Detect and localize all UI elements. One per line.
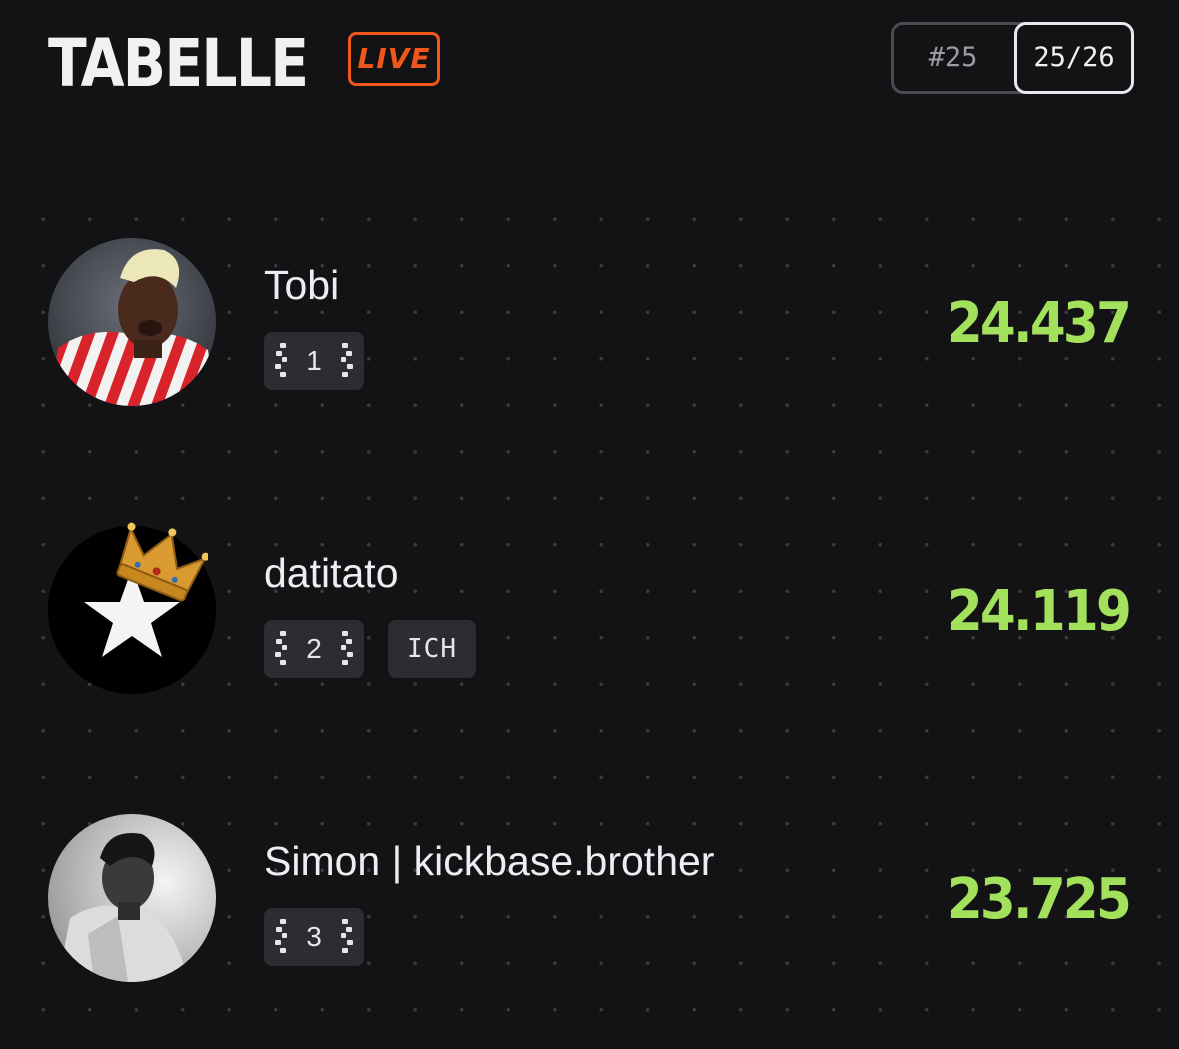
avatar: [48, 238, 216, 406]
laurel-left-icon: [275, 631, 288, 665]
points-value: 23.725: [946, 867, 1132, 932]
matchday-tab[interactable]: #25: [894, 25, 1012, 91]
season-toggle: #25 25/26: [891, 22, 1134, 94]
page-title: TABELLE: [48, 25, 309, 102]
live-badge: LIVE: [348, 32, 440, 86]
laurel-right-icon: [340, 919, 353, 953]
standings-page: TABELLE LIVE #25 25/26 Tobi 1 24.437 dat…: [0, 0, 1179, 1049]
badges: 3: [264, 908, 364, 966]
laurel-left-icon: [275, 343, 288, 377]
laurel-right-icon: [340, 631, 353, 665]
player-name: Tobi: [264, 262, 340, 308]
rank-badge: 2: [264, 620, 364, 678]
rank-number: 2: [306, 633, 322, 664]
avatar: [48, 814, 216, 982]
crown-icon: [116, 522, 208, 602]
rank-number: 1: [306, 345, 322, 376]
points-value: 24.119: [946, 579, 1132, 644]
player-name: Simon | kickbase.brother: [264, 838, 715, 884]
season-tab[interactable]: 25/26: [1014, 22, 1134, 94]
standings-row[interactable]: datitato 2 ICH 24.119: [0, 522, 1179, 696]
player-name: datitato: [264, 550, 399, 596]
laurel-right-icon: [340, 343, 353, 377]
rank-badge: 3: [264, 908, 364, 966]
self-tag: ICH: [388, 620, 476, 678]
standings-row[interactable]: Tobi 1 24.437: [0, 238, 1179, 408]
badges: 1: [264, 332, 364, 390]
standings-row[interactable]: Simon | kickbase.brother 3 23.725: [0, 814, 1179, 984]
rank-number: 3: [306, 921, 322, 952]
rank-badge: 1: [264, 332, 364, 390]
badges: 2 ICH: [264, 620, 476, 678]
laurel-left-icon: [275, 919, 288, 953]
points-value: 24.437: [946, 291, 1132, 356]
